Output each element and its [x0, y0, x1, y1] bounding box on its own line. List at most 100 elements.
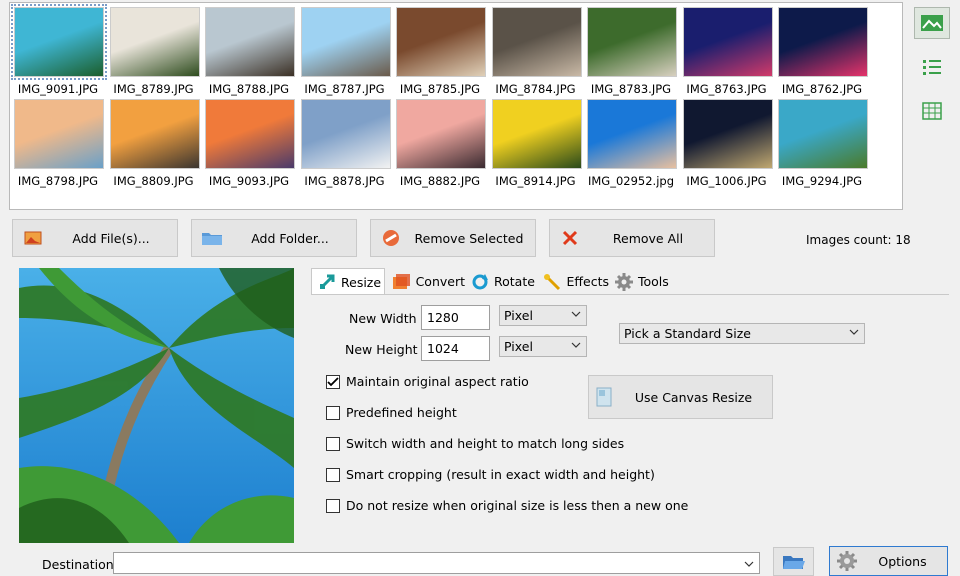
thumbnail-filename: IMG_8878.JPG: [304, 174, 385, 188]
thumbnail-item[interactable]: IMG_9093.JPG: [203, 95, 295, 188]
thumbnail-item[interactable]: IMG_8787.JPG: [299, 3, 391, 96]
remove-selected-label: Remove Selected: [414, 230, 524, 246]
thumbnail-image: [396, 7, 486, 77]
remove-icon: [379, 228, 403, 248]
options-button[interactable]: Options: [829, 546, 948, 576]
thumbnail-item[interactable]: IMG_9091.JPG: [11, 3, 107, 96]
checkbox-box[interactable]: [326, 405, 340, 420]
height-unit-value: Pixel: [504, 339, 533, 354]
thumbnail-view-button[interactable]: [914, 7, 950, 39]
add-folder-button[interactable]: Add Folder...: [191, 219, 357, 257]
thumbnail-image: [682, 99, 773, 169]
tab-convert-label: Convert: [415, 274, 465, 289]
new-height-input[interactable]: 1024: [421, 336, 490, 361]
thumbnail-image: [109, 7, 200, 77]
option-label: Do not resize when original size is less…: [346, 498, 689, 513]
tab-effects[interactable]: Effects: [537, 268, 609, 295]
thumbnail-filename: IMG_8798.JPG: [17, 174, 99, 188]
thumbnail-item[interactable]: IMG_8789.JPG: [108, 3, 200, 96]
thumbnail-grid[interactable]: IMG_9091.JPG IMG_8789.JPG IMG_8788.JPG IMG_…: [9, 2, 903, 210]
option-label: Maintain original aspect ratio: [346, 374, 529, 389]
tab-resize[interactable]: Resize: [311, 268, 385, 295]
thumbnail-item[interactable]: IMG_8809.JPG: [108, 95, 200, 188]
thumbnail-image: [11, 4, 107, 80]
option-checkbox[interactable]: Predefined height: [326, 405, 457, 420]
thumbnail-filename: IMG_8788.JPG: [208, 82, 290, 96]
checkbox-box[interactable]: [326, 467, 340, 482]
browse-folder-button[interactable]: [773, 547, 814, 576]
destination-input[interactable]: [113, 552, 760, 574]
thumbnail-item[interactable]: IMG_8878.JPG: [299, 95, 391, 188]
resize-icon: [319, 274, 335, 290]
height-unit-select[interactable]: Pixel: [499, 336, 587, 357]
thumbnail-filename: IMG_8763.JPG: [686, 82, 767, 96]
thumbnail-filename: IMG_9091.JPG: [17, 82, 99, 96]
thumbnail-item[interactable]: IMG_8798.JPG: [12, 95, 104, 188]
canvas-resize-button[interactable]: Use Canvas Resize: [588, 375, 773, 419]
option-label: Predefined height: [346, 405, 457, 420]
thumbnail-filename: IMG_8809.JPG: [113, 174, 194, 188]
thumbnail-item[interactable]: IMG_8914.JPG: [490, 95, 582, 188]
thumbnail-image: [205, 99, 295, 169]
standard-size-select[interactable]: Pick a Standard Size: [619, 323, 865, 344]
option-checkbox[interactable]: Do not resize when original size is less…: [326, 498, 688, 513]
list-icon: [923, 60, 941, 75]
option-checkbox[interactable]: Maintain original aspect ratio: [326, 374, 529, 389]
thumbnail-item[interactable]: IMG_02952.jpg: [585, 95, 677, 188]
image-view-icon: [921, 15, 943, 31]
thumbnail-item[interactable]: IMG_1006.JPG: [681, 95, 773, 188]
standard-size-value: Pick a Standard Size: [624, 326, 751, 341]
tab-convert[interactable]: Convert: [385, 268, 465, 295]
grid-view-button[interactable]: [914, 95, 950, 127]
thumbnail-filename: IMG_8787.JPG: [304, 82, 385, 96]
add-image-icon: [21, 228, 45, 248]
thumbnail-image: [682, 7, 773, 77]
add-files-button[interactable]: Add File(s)...: [12, 219, 178, 257]
chevron-down-icon: [571, 311, 581, 317]
option-checkbox[interactable]: Smart cropping (result in exact width an…: [326, 467, 655, 482]
thumbnail-item[interactable]: IMG_8763.JPG: [681, 3, 773, 96]
thumbnail-item[interactable]: IMG_8783.JPG: [585, 3, 677, 96]
chevron-down-icon: [571, 342, 581, 348]
list-view-button[interactable]: [914, 51, 950, 83]
checkmark-icon[interactable]: [326, 374, 340, 389]
remove-all-button[interactable]: Remove All: [549, 219, 715, 257]
thumbnail-image: [491, 99, 582, 169]
thumbnail-item[interactable]: IMG_8762.JPG: [776, 3, 868, 96]
option-label: Smart cropping (result in exact width an…: [346, 467, 655, 482]
width-unit-value: Pixel: [504, 308, 533, 323]
thumbnail-image: [396, 99, 486, 169]
tab-effects-label: Effects: [566, 274, 610, 289]
destination-label: Destination: [42, 557, 114, 572]
folder-open-icon: [782, 555, 805, 569]
add-folder-label: Add Folder...: [251, 230, 329, 246]
add-files-label: Add File(s)...: [72, 230, 150, 246]
thumbnail-item[interactable]: IMG_8784.JPG: [490, 3, 582, 96]
width-unit-select[interactable]: Pixel: [499, 305, 587, 326]
tab-tools[interactable]: Tools: [609, 268, 677, 295]
tab-rotate-label: Rotate: [494, 274, 535, 289]
thumbnail-filename: IMG_8882.JPG: [399, 174, 481, 188]
thumbnail-item[interactable]: IMG_8882.JPG: [394, 95, 486, 188]
thumbnail-item[interactable]: IMG_9294.JPG: [776, 95, 868, 188]
folder-icon: [200, 228, 224, 248]
thumbnail-filename: IMG_9093.JPG: [208, 174, 290, 188]
checkbox-box[interactable]: [326, 498, 340, 513]
tab-rotate[interactable]: Rotate: [465, 268, 537, 295]
remove-selected-button[interactable]: Remove Selected: [370, 219, 536, 257]
thumbnail-filename: IMG_8789.JPG: [113, 82, 194, 96]
new-width-label: New Width: [349, 311, 417, 326]
chevron-down-icon: [849, 329, 859, 335]
table-icon: [922, 102, 942, 120]
thumbnail-item[interactable]: IMG_8785.JPG: [394, 3, 486, 96]
thumbnail-image: [300, 99, 391, 169]
close-icon: [558, 228, 582, 248]
thumbnail-item[interactable]: IMG_8788.JPG: [203, 3, 295, 96]
option-checkbox[interactable]: Switch width and height to match long si…: [326, 436, 624, 451]
thumbnail-filename: IMG_8784.JPG: [495, 82, 576, 96]
thumbnail-filename: IMG_02952.jpg: [587, 174, 674, 188]
thumbnail-image: [778, 7, 868, 77]
checkbox-box[interactable]: [326, 436, 340, 451]
new-width-input[interactable]: 1280: [421, 305, 490, 330]
rotate-icon: [472, 273, 488, 289]
